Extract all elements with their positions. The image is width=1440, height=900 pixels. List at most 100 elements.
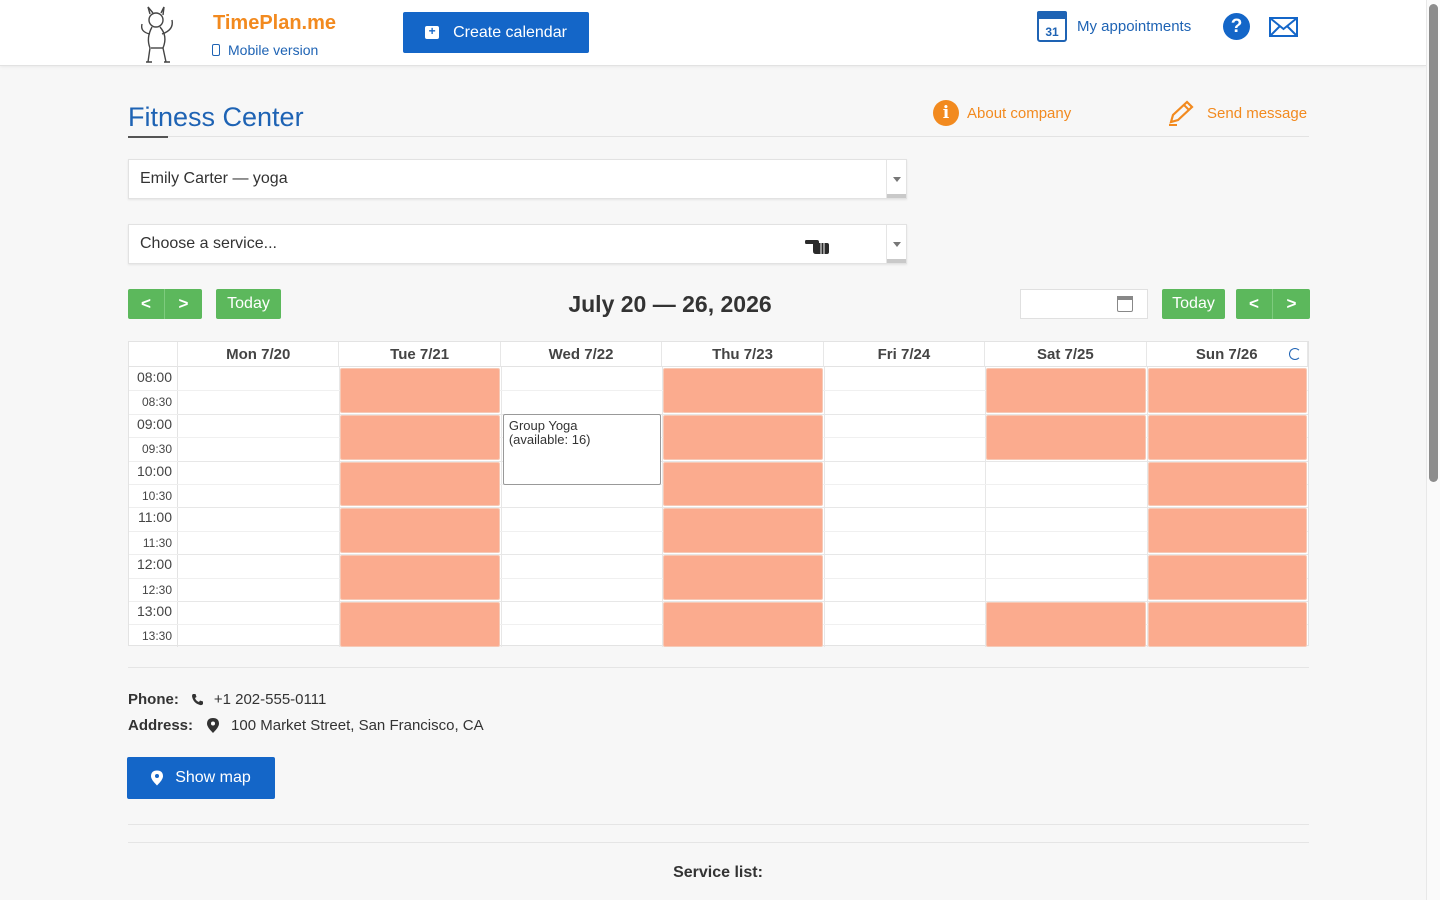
company-title: Fitness Center: [128, 102, 304, 132]
info-icon: i: [933, 100, 959, 126]
section-divider: [128, 842, 1309, 843]
service-select-placeholder: Choose a service...: [140, 235, 277, 252]
time-slot-label: 08:00: [136, 369, 172, 385]
busy-slot: [340, 414, 500, 460]
day-header: Thu 7/23: [662, 342, 824, 367]
week-nav-right: < >: [1236, 289, 1310, 319]
busy-slot: [663, 555, 823, 600]
address-value: 100 Market Street, San Francisco, CA: [231, 717, 484, 734]
busy-slot: [1147, 508, 1307, 554]
time-slot-label: 08:30: [141, 395, 172, 410]
about-company-link[interactable]: i About company: [933, 100, 1071, 126]
service-list-heading: Service list:: [673, 864, 763, 881]
next-week-button[interactable]: >: [165, 289, 202, 319]
send-message-link[interactable]: Send message: [1167, 100, 1307, 126]
mobile-version-label: Mobile version: [228, 42, 319, 58]
calendar-event[interactable]: Group Yoga (available: 16): [502, 413, 662, 485]
time-slot-label: 13:00: [136, 603, 172, 619]
next-week-button-right[interactable]: >: [1273, 289, 1310, 319]
time-column-header: [129, 342, 178, 367]
phone-label: Phone:: [128, 691, 179, 708]
time-grid-line: [129, 437, 178, 439]
map-pin-icon: [151, 770, 164, 786]
busy-slot: [986, 414, 1146, 460]
address-label: Address:: [128, 717, 194, 734]
time-grid-line: [129, 577, 178, 579]
time-slot-label: 11:00: [138, 509, 172, 526]
today-button-left[interactable]: Today: [216, 289, 281, 319]
today-button-right[interactable]: Today: [1162, 289, 1225, 319]
busy-slot: [986, 368, 1146, 413]
show-map-button[interactable]: Show map: [127, 757, 275, 799]
busy-slot: [1147, 414, 1307, 460]
map-pin-icon: [207, 718, 220, 733]
time-grid-line: [129, 624, 178, 626]
logo-mascot-icon[interactable]: [136, 4, 180, 66]
busy-slot: [1147, 602, 1307, 647]
scrollbar-thumb[interactable]: [1429, 4, 1438, 482]
week-range-title: July 20 — 26, 2026: [568, 291, 772, 317]
chevron-down-icon[interactable]: [886, 160, 906, 198]
busy-slot: [1147, 555, 1307, 600]
calendar-picker-icon[interactable]: [1117, 296, 1133, 312]
pointing-hand-icon: [805, 240, 829, 254]
day-header: Fri 7/24: [823, 342, 986, 367]
time-grid-line: [129, 601, 178, 602]
busy-slot: [340, 508, 500, 554]
busy-slot: [986, 602, 1146, 647]
time-grid-line: [129, 390, 178, 392]
day-header: Tue 7/21: [339, 342, 501, 367]
day-header: Wed 7/22: [500, 342, 663, 367]
busy-slot: [340, 461, 500, 507]
title-divider: [128, 136, 1309, 137]
section-divider: [128, 667, 1309, 668]
phone-value[interactable]: +1 202-555-0111: [214, 691, 326, 708]
day-header: Mon 7/20: [178, 342, 340, 367]
about-company-label: About company: [967, 104, 1072, 122]
mobile-version-link[interactable]: Mobile version: [212, 42, 318, 58]
section-divider: [128, 824, 1309, 825]
time-slot-label: 10:30: [141, 489, 172, 503]
day-header: Sat 7/25: [985, 342, 1147, 367]
calendar-icon: 31: [1037, 11, 1067, 42]
page-scrollbar[interactable]: [1426, 0, 1440, 900]
busy-slot: [663, 461, 823, 507]
time-slot-label: 12:30: [141, 582, 172, 597]
event-title: Group Yoga: [508, 417, 578, 433]
mail-icon[interactable]: [1269, 17, 1298, 37]
time-slot-label: 10:00: [136, 462, 172, 479]
date-picker-input[interactable]: [1020, 289, 1148, 319]
busy-slot: [663, 414, 823, 460]
chevron-down-icon[interactable]: [886, 225, 906, 263]
staff-select[interactable]: Emily Carter — yoga: [128, 159, 907, 199]
time-slot-label: 09:00: [136, 415, 172, 432]
busy-slot: [663, 368, 823, 413]
prev-week-button[interactable]: <: [128, 289, 165, 319]
create-calendar-button[interactable]: Create calendar: [403, 12, 589, 53]
busy-slot: [663, 508, 823, 554]
busy-slot: [663, 602, 823, 647]
time-slot-label: 12:00: [136, 556, 172, 573]
time-grid-line: [129, 554, 178, 556]
time-grid-line: [129, 507, 178, 509]
event-availability: (available: 16): [508, 431, 591, 447]
top-header: TimePlan.me Mobile version Create calend…: [0, 0, 1426, 66]
help-icon[interactable]: ?: [1223, 13, 1250, 40]
calendar-plus-icon: [425, 24, 440, 39]
my-appointments-link[interactable]: 31 My appointments: [1037, 11, 1191, 42]
service-select[interactable]: Choose a service...: [128, 224, 907, 264]
prev-week-button-right[interactable]: <: [1236, 289, 1273, 319]
time-column: 08:00 08:30 09:00 09:30 10:00 10:30 11:00 11:30…: [129, 367, 178, 647]
time-grid-line: [129, 460, 178, 462]
week-nav-left: < >: [128, 289, 202, 319]
brand-name[interactable]: TimePlan.me: [213, 12, 336, 35]
show-map-label: Show map: [175, 769, 251, 786]
send-message-label: Send message: [1207, 104, 1308, 122]
week-calendar: 08:00 08:30 09:00 09:30 10:00 10:30 11:00 11:30…: [128, 341, 1309, 647]
busy-slot: [340, 555, 500, 600]
time-grid-line: [129, 484, 178, 485]
busy-slot: [1147, 368, 1307, 413]
time-slot-label: 13:30: [141, 629, 172, 644]
calendar-icon-day: 31: [1045, 25, 1059, 39]
staff-select-value: Emily Carter — yoga: [140, 170, 288, 187]
